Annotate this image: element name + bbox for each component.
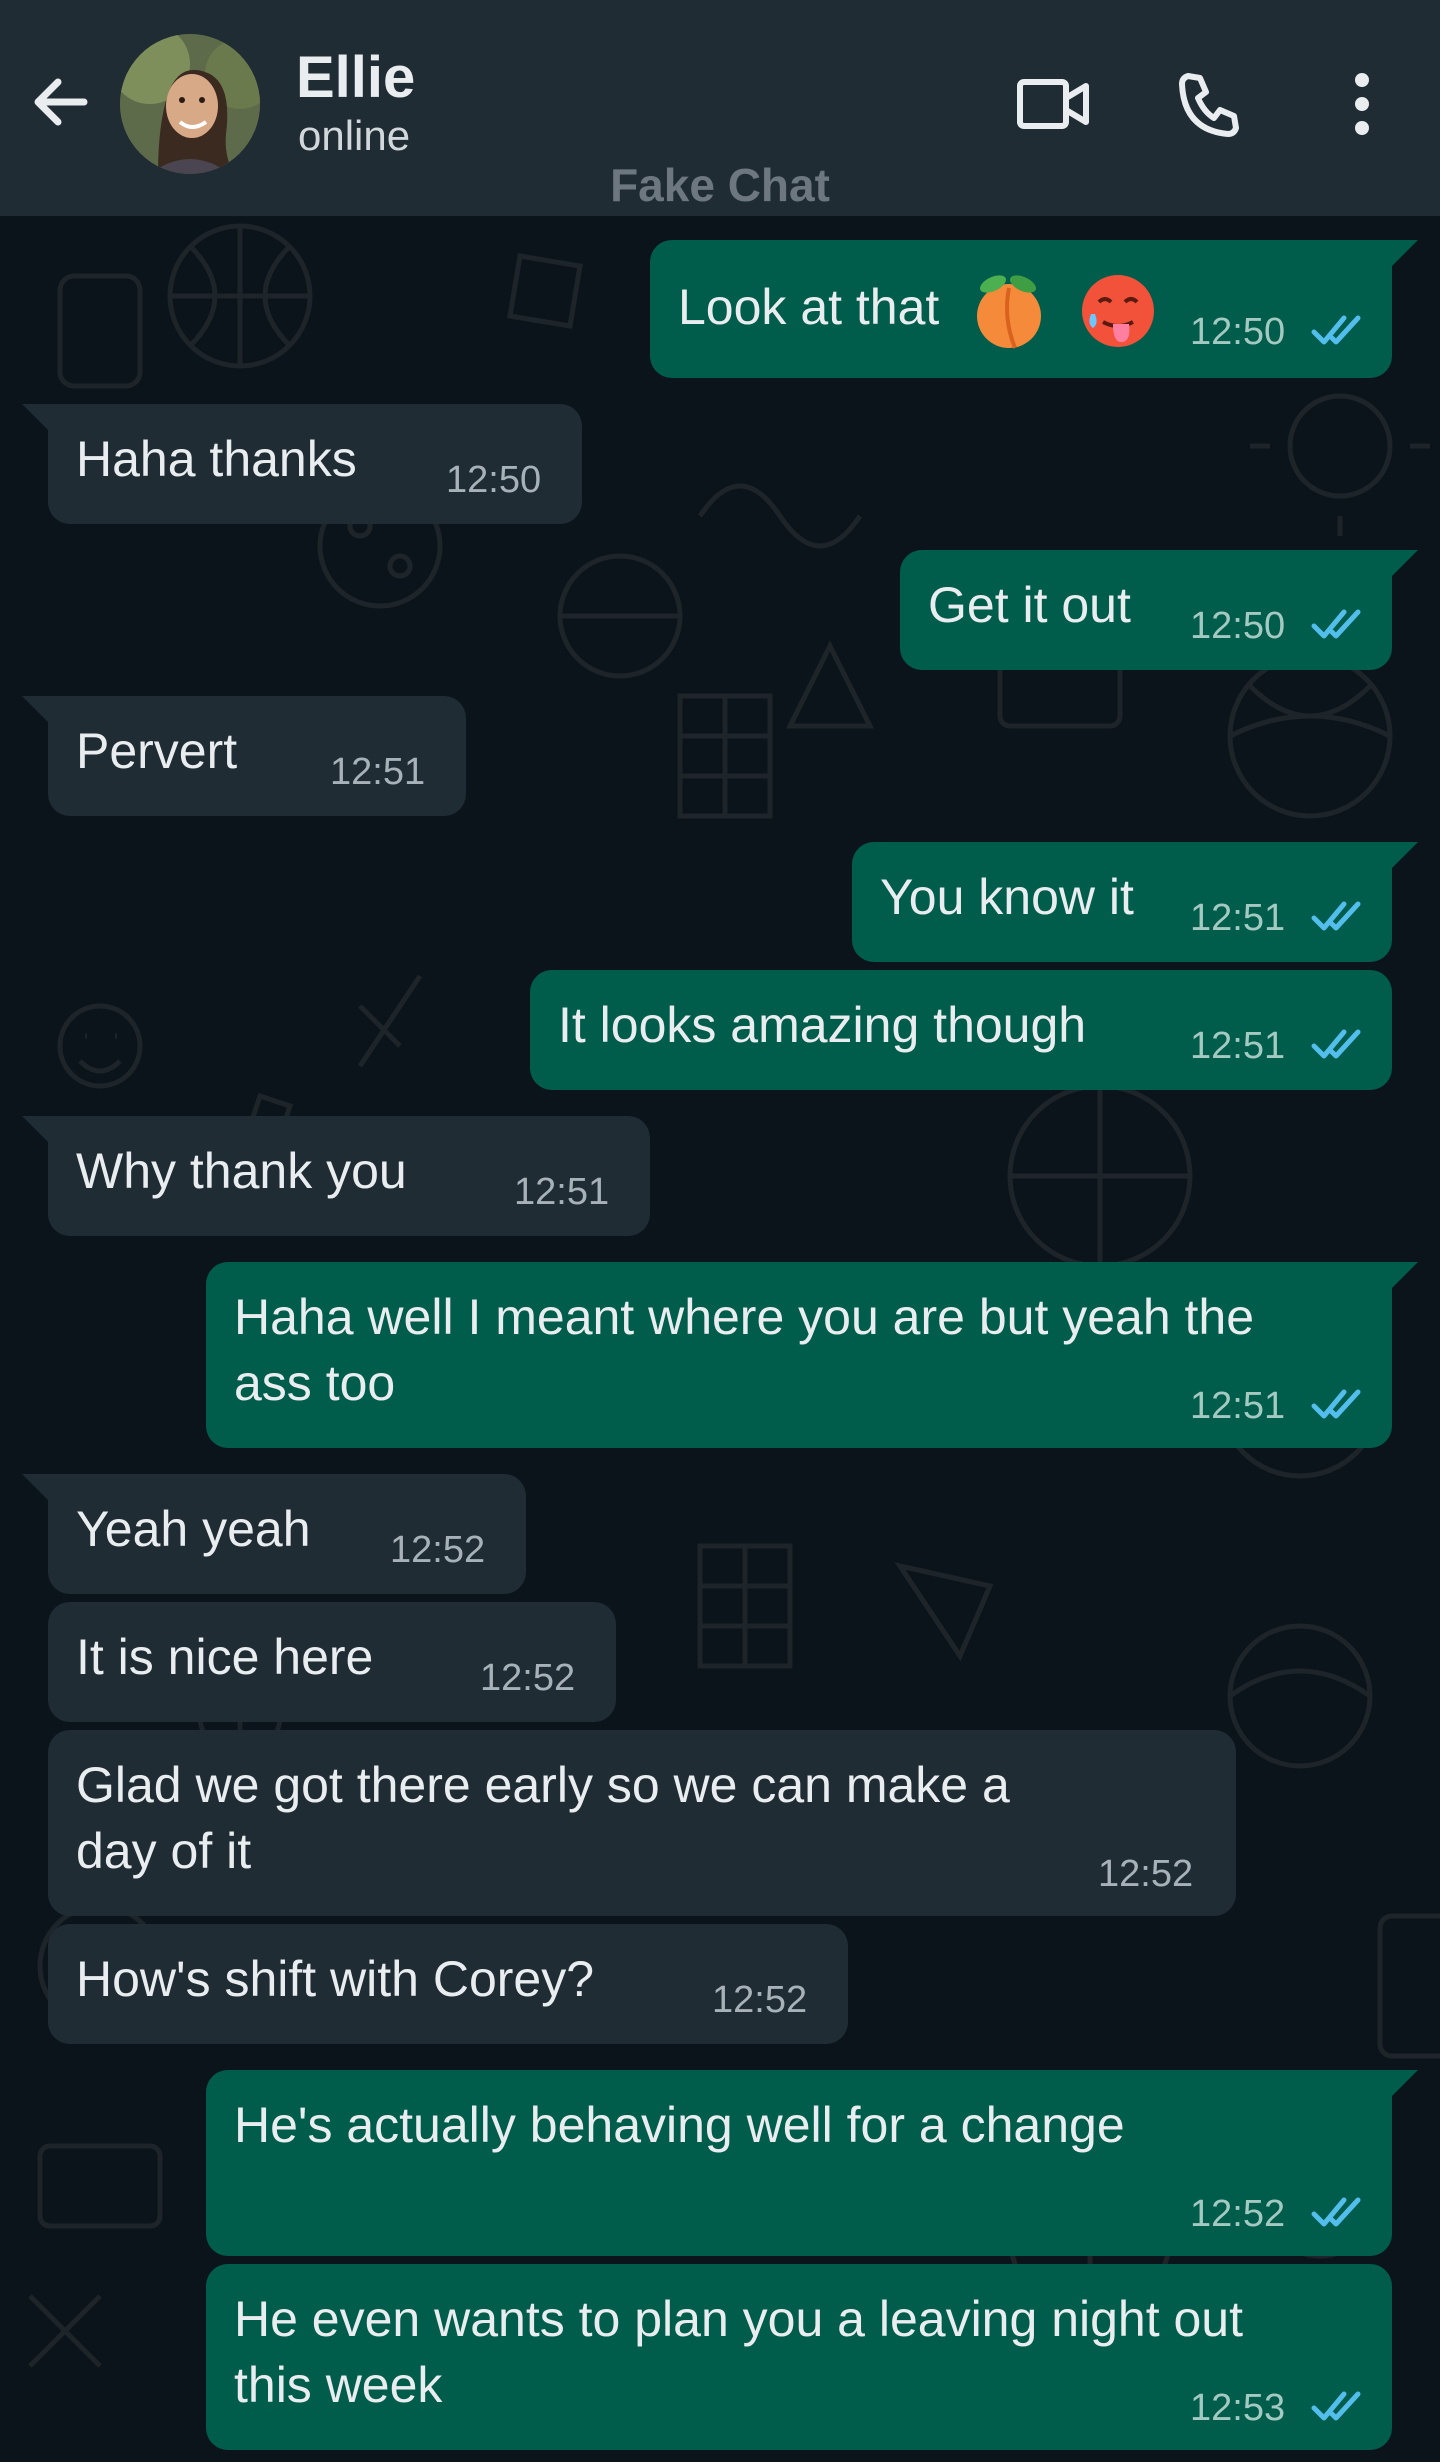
contact-status: online — [298, 112, 411, 159]
read-ticks-icon — [1311, 1389, 1361, 1419]
message-bubble-outgoing[interactable]: It looks amazing though 12:51 — [530, 970, 1392, 1090]
video-call-button[interactable] — [1012, 62, 1096, 146]
voice-call-button[interactable] — [1166, 62, 1250, 146]
hot-face-emoji — [1082, 275, 1155, 347]
message-time: 12:51 — [1190, 1025, 1286, 1067]
message-bubble-outgoing[interactable]: Haha well I meant where you are but yeah… — [206, 1262, 1418, 1448]
message-bubble-outgoing[interactable]: Look at that 12:50 — [650, 240, 1418, 378]
message-bubble-incoming[interactable]: Glad we got there early so we can make a… — [48, 1730, 1236, 1916]
message-text: It is nice here — [76, 1629, 374, 1685]
peach-emoji — [977, 275, 1042, 349]
message-text: Why thank you — [76, 1143, 407, 1199]
more-options-button[interactable] — [1320, 62, 1404, 146]
message-time: 12:50 — [1190, 311, 1286, 353]
message-text-line: Glad we got there early so we can make a — [76, 1757, 1010, 1813]
message-text: Look at that — [678, 279, 940, 336]
message-time: 12:52 — [712, 1979, 808, 2021]
read-ticks-icon — [1311, 2391, 1361, 2421]
chat-header: Ellie online Fake Chat — [0, 0, 1440, 216]
message-time: 12:50 — [1190, 605, 1286, 647]
message-time: 12:51 — [514, 1171, 610, 1213]
message-time: 12:53 — [1190, 2387, 1286, 2429]
message-text: How's shift with Corey? — [76, 1951, 595, 2007]
message-bubble-incoming[interactable]: It is nice here 12:52 — [48, 1602, 616, 1722]
phone-icon — [1179, 73, 1239, 137]
back-button[interactable] — [22, 64, 98, 140]
message-bubble-outgoing[interactable]: He's actually behaving well for a change… — [206, 2070, 1418, 2256]
message-time: 12:51 — [1190, 1385, 1286, 1427]
message-time: 12:51 — [330, 751, 426, 793]
chat-screen: Ellie online Fake Chat Look at that 12:5… — [0, 0, 1440, 2462]
message-text: Yeah yeah — [76, 1501, 311, 1557]
message-bubble-incoming[interactable]: Haha thanks 12:50 — [22, 404, 582, 524]
message-bubble-outgoing[interactable]: He even wants to plan you a leaving nigh… — [206, 2264, 1392, 2450]
video-call-icon — [1017, 79, 1089, 129]
message-text: It looks amazing though — [558, 997, 1087, 1053]
read-ticks-icon — [1311, 315, 1361, 345]
watermark-text: Fake Chat — [610, 159, 830, 211]
message-bubble-incoming[interactable]: Yeah yeah 12:52 — [22, 1474, 526, 1594]
message-time: 12:52 — [480, 1657, 576, 1699]
message-text-line: ass too — [234, 1355, 396, 1411]
message-text-line: this week — [234, 2357, 443, 2413]
message-text-line: He even wants to plan you a leaving nigh… — [234, 2291, 1244, 2347]
message-text-line: day of it — [76, 1823, 252, 1879]
message-bubble-incoming[interactable]: Pervert 12:51 — [22, 696, 466, 816]
message-bubble-outgoing[interactable]: Get it out 12:50 — [900, 550, 1418, 670]
message-text: Get it out — [928, 577, 1131, 633]
read-ticks-icon — [1311, 2197, 1361, 2227]
back-arrow-icon — [34, 78, 88, 126]
message-text: Haha thanks — [76, 431, 357, 487]
message-time: 12:52 — [1190, 2193, 1286, 2235]
avatar-photo — [120, 34, 260, 174]
contact-name[interactable]: Ellie — [296, 44, 415, 111]
avatar[interactable] — [120, 34, 260, 174]
message-time: 12:50 — [446, 459, 542, 501]
message-bubble-incoming[interactable]: How's shift with Corey? 12:52 — [48, 1924, 848, 2044]
message-text-line: Haha well I meant where you are but yeah… — [234, 1289, 1255, 1345]
message-bubble-incoming[interactable]: Why thank you 12:51 — [22, 1116, 650, 1236]
message-time: 12:51 — [1190, 897, 1286, 939]
read-ticks-icon — [1311, 1029, 1361, 1059]
message-text: Pervert — [76, 723, 238, 779]
message-text: You know it — [880, 869, 1134, 925]
message-time: 12:52 — [1098, 1853, 1194, 1895]
message-bubble-outgoing[interactable]: You know it 12:51 — [852, 842, 1418, 962]
message-time: 12:52 — [390, 1529, 486, 1571]
read-ticks-icon — [1311, 901, 1361, 931]
read-ticks-icon — [1311, 609, 1361, 639]
message-text: He's actually behaving well for a change — [234, 2097, 1125, 2153]
more-vertical-icon — [1355, 73, 1369, 135]
